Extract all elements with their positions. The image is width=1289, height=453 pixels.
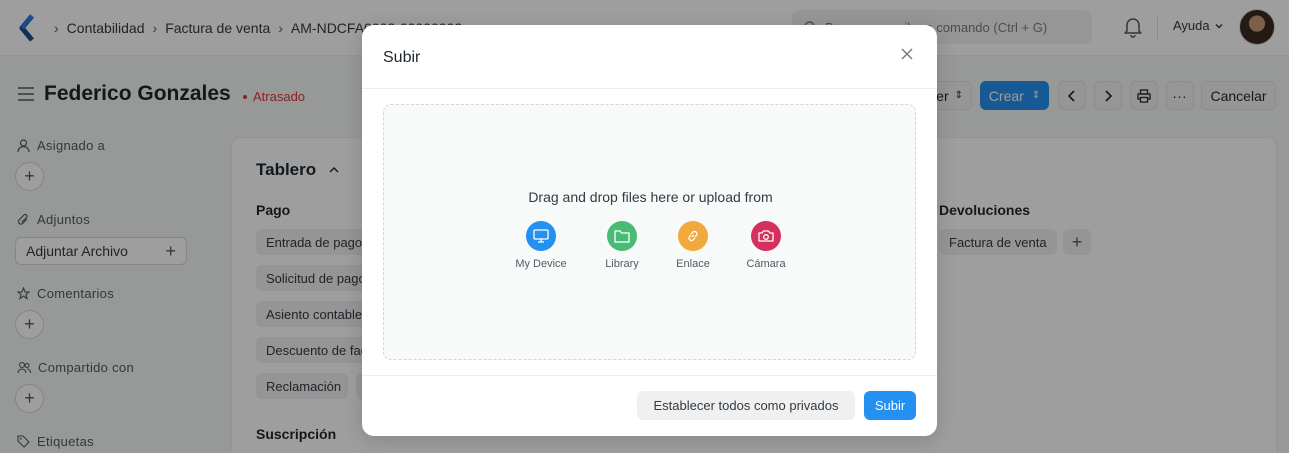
upload-button-label: Subir bbox=[874, 398, 906, 413]
dialog-footer-divider bbox=[362, 375, 937, 376]
close-icon[interactable] bbox=[898, 45, 916, 63]
dropzone-text: Drag and drop files here or upload from bbox=[528, 189, 773, 205]
upload-option-label: My Device bbox=[515, 258, 567, 270]
upload-option-label: Enlace bbox=[676, 258, 710, 270]
dialog-header-divider bbox=[362, 88, 937, 89]
monitor-icon bbox=[526, 221, 556, 251]
file-dropzone[interactable]: Drag and drop files here or upload from … bbox=[383, 104, 916, 360]
dialog-title: Subir bbox=[383, 49, 421, 66]
set-all-private-button[interactable]: Establecer todos como privados bbox=[637, 391, 855, 420]
upload-dialog: Subir Drag and drop files here or upload… bbox=[362, 25, 937, 436]
camera-icon bbox=[751, 221, 781, 251]
upload-option-link[interactable]: Enlace bbox=[653, 221, 733, 270]
link-icon bbox=[678, 221, 708, 251]
upload-option-my-device[interactable]: My Device bbox=[501, 221, 581, 270]
set-all-private-label: Establecer todos como privados bbox=[653, 398, 839, 413]
upload-option-library[interactable]: Library bbox=[582, 221, 662, 270]
upload-option-label: Library bbox=[605, 258, 639, 270]
upload-button[interactable]: Subir bbox=[864, 391, 916, 420]
upload-option-label: Cámara bbox=[746, 258, 786, 270]
upload-option-camera[interactable]: Cámara bbox=[726, 221, 806, 270]
folder-icon bbox=[607, 221, 637, 251]
